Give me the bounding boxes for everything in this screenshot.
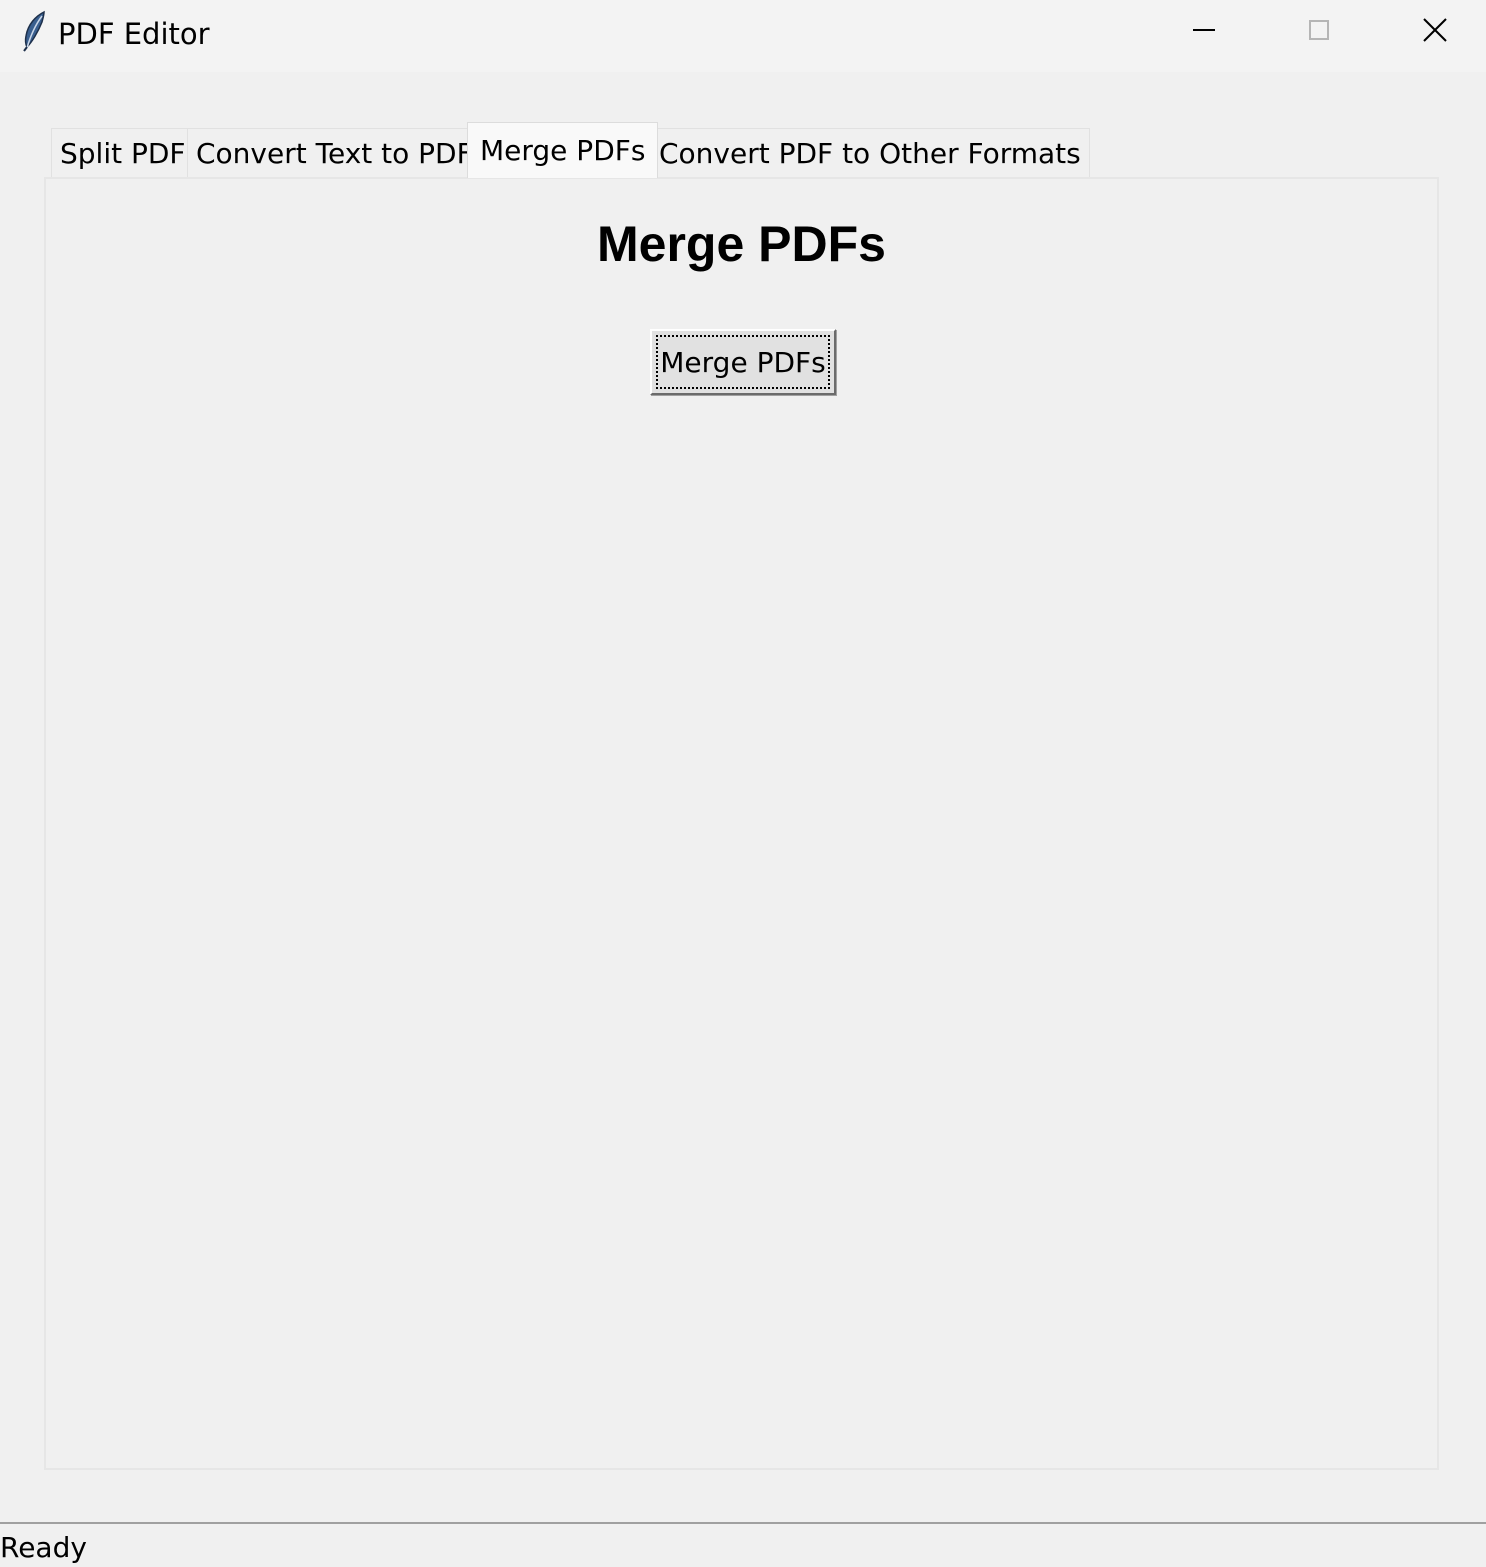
minimize-icon [1192, 18, 1216, 46]
tab-convert-text-to-pdf[interactable]: Convert Text to PDF [187, 128, 482, 178]
panel-heading: Merge PDFs [597, 216, 886, 272]
minimize-button[interactable] [1146, 0, 1262, 64]
tab-merge-pdfs[interactable]: Merge PDFs [467, 122, 659, 178]
title-bar[interactable]: PDF Editor [0, 0, 1486, 72]
maximize-icon [1307, 18, 1331, 46]
feather-icon [18, 10, 48, 52]
maximize-button[interactable] [1261, 0, 1377, 64]
close-icon [1422, 17, 1448, 47]
tab-convert-pdf-to-other-formats[interactable]: Convert PDF to Other Formats [650, 128, 1090, 178]
app-window: PDF Editor Split PDF Convert Text to PDF… [0, 0, 1486, 1567]
merge-pdfs-button[interactable]: Merge PDFs [650, 329, 836, 395]
status-text: Ready [0, 1531, 87, 1564]
merge-pdfs-button-label: Merge PDFs [656, 335, 830, 389]
merge-pdfs-panel: Merge PDFs Merge PDFs [44, 177, 1439, 1470]
window-title: PDF Editor [58, 17, 210, 51]
tab-split-pdf[interactable]: Split PDF [51, 128, 195, 178]
status-bar: Ready [0, 1522, 1486, 1567]
close-button[interactable] [1377, 0, 1486, 64]
